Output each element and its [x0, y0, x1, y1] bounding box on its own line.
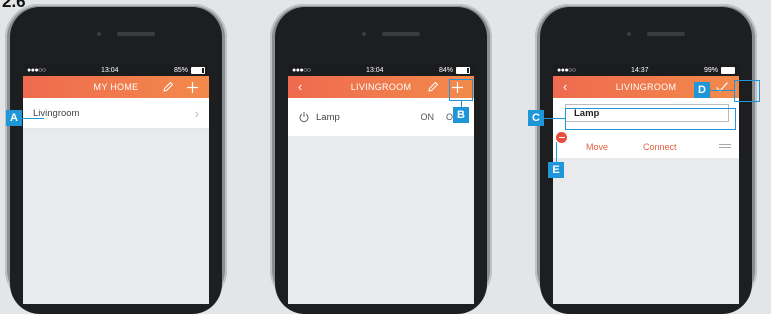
battery-percent: 99% [703, 66, 718, 74]
device-list: Lamp ON OFF [288, 98, 474, 136]
callout-d: D [694, 82, 710, 98]
speaker [647, 32, 685, 36]
status-time: 13:04 [101, 66, 119, 74]
screen-livingroom: ●●●○○ 13:04 84% ‹ LIVINGROOM Lamp ON [288, 64, 474, 304]
drag-handle-icon[interactable] [719, 144, 731, 148]
room-label: Livingroom [33, 107, 80, 119]
nav-title: MY HOME [93, 82, 139, 92]
camera [97, 32, 101, 36]
screen-my-home: ●●●○○ 13:04 85% MY HOME Livingroom › [23, 64, 209, 304]
status-bar: ●●●○○ 14:37 99% [553, 64, 739, 76]
camera [627, 32, 631, 36]
callout-d-line [710, 90, 734, 91]
callout-d-highlight [734, 80, 760, 102]
phone-2: ●●●○○ 13:04 84% ‹ LIVINGROOM Lamp ON [270, 4, 492, 314]
screen-edit-livingroom: ●●●○○ 14:37 99% ‹ LIVINGROOM Lamp Move C… [553, 64, 739, 304]
battery-percent: 85% [173, 66, 188, 74]
phone-1: ●●●○○ 13:04 85% MY HOME Livingroom › [5, 4, 227, 314]
status-bar: ●●●○○ 13:04 85% [23, 64, 209, 76]
nav-bar: ‹ LIVINGROOM [288, 76, 474, 98]
camera [362, 32, 366, 36]
nav-title: LIVINGROOM [350, 82, 412, 92]
callout-b-highlight [449, 79, 473, 101]
move-button[interactable]: Move [586, 142, 608, 152]
chevron-left-icon[interactable]: ‹ [298, 79, 303, 95]
status-time: 14:37 [631, 66, 649, 74]
status-time: 13:04 [366, 66, 384, 74]
callout-b: B [453, 107, 469, 123]
on-button[interactable]: ON [421, 112, 435, 122]
power-icon [298, 111, 310, 123]
room-list: Livingroom › [23, 98, 209, 129]
callout-a-line [22, 118, 44, 119]
minus-circle-icon[interactable] [556, 132, 567, 143]
signal-indicator: ●●●○○ [292, 66, 311, 74]
callout-e: E [548, 162, 564, 178]
battery-icon [721, 66, 735, 74]
phone-3: ●●●○○ 14:37 99% ‹ LIVINGROOM Lamp Move C… [535, 4, 757, 314]
pencil-icon[interactable] [424, 78, 442, 96]
signal-indicator: ●●●○○ [27, 66, 46, 74]
callout-c-highlight [565, 108, 736, 130]
nav-bar: ‹ LIVINGROOM [553, 76, 739, 98]
callout-c: C [528, 110, 544, 126]
battery-percent: 84% [438, 66, 453, 74]
chevron-left-icon[interactable]: ‹ [563, 79, 568, 95]
speaker [117, 32, 155, 36]
pencil-icon[interactable] [159, 78, 177, 96]
checkmark-icon[interactable] [713, 78, 731, 96]
device-row-lamp[interactable]: Lamp ON OFF [288, 98, 474, 136]
speaker [382, 32, 420, 36]
callout-e-line [556, 142, 557, 162]
nav-bar: MY HOME [23, 76, 209, 98]
connect-button[interactable]: Connect [643, 142, 677, 152]
room-row-livingroom[interactable]: Livingroom › [23, 98, 209, 129]
battery-icon [191, 66, 205, 74]
device-name: Lamp [316, 111, 340, 123]
callout-a: A [6, 110, 22, 126]
plus-icon[interactable] [183, 78, 201, 96]
chevron-right-icon: › [194, 105, 199, 121]
callout-c-line [544, 118, 565, 119]
status-bar: ●●●○○ 13:04 84% [288, 64, 474, 76]
battery-icon [456, 66, 470, 74]
signal-indicator: ●●●○○ [557, 66, 576, 74]
nav-title: LIVINGROOM [615, 82, 677, 92]
